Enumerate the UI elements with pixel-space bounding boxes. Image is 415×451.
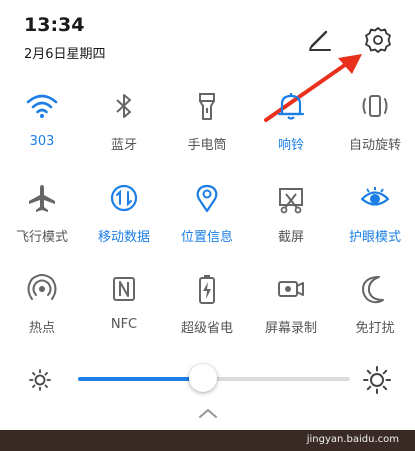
- tile-ring[interactable]: 响铃: [249, 86, 333, 153]
- tile-label: 免打扰: [355, 321, 395, 336]
- bell-icon: [277, 93, 305, 120]
- tile-label: NFC: [110, 317, 138, 332]
- tile-auto-rotate[interactable]: 自动旋转: [333, 86, 415, 153]
- date-label: 2月6日星期四: [24, 47, 106, 62]
- tile-label: 响铃: [277, 138, 304, 153]
- nfc-icon: [113, 277, 135, 301]
- tile-label: 屏幕录制: [264, 321, 317, 336]
- tile-label: 303: [29, 134, 55, 149]
- tile-label: 截屏: [277, 230, 304, 245]
- watermark-text: jingyan.baidu.com: [306, 434, 399, 445]
- battery-icon: [199, 275, 215, 304]
- bluetooth-icon: [116, 94, 131, 118]
- flashlight-icon: [199, 93, 215, 120]
- rotate-icon: [362, 95, 388, 117]
- tile-label: 蓝牙: [110, 138, 137, 153]
- tile-bluetooth[interactable]: 蓝牙: [82, 86, 166, 153]
- tile-label: 位置信息: [180, 230, 233, 245]
- brightness-high-icon: [363, 366, 391, 394]
- tile-do-not-disturb[interactable]: 免打扰: [333, 269, 415, 336]
- wifi-icon: [26, 94, 58, 118]
- hotspot-icon: [27, 274, 57, 300]
- screen-record-icon: [278, 281, 304, 297]
- tile-mobile-data[interactable]: 移动数据: [82, 178, 166, 245]
- tile-label: 超级省电: [180, 321, 233, 336]
- airplane-icon: [29, 185, 55, 212]
- tile-location[interactable]: 位置信息: [165, 178, 249, 245]
- moon-icon: [362, 276, 384, 304]
- mobile-data-icon: [110, 184, 138, 212]
- brightness-slider[interactable]: [78, 364, 350, 392]
- gear-icon[interactable]: [363, 25, 393, 55]
- tile-nfc[interactable]: NFC: [82, 269, 166, 332]
- brightness-low-icon: [29, 369, 51, 391]
- tile-label: 自动旋转: [348, 138, 401, 153]
- eye-icon: [360, 187, 390, 206]
- brightness-slider-thumb[interactable]: [189, 364, 218, 392]
- chevron-up-icon[interactable]: [197, 406, 219, 420]
- tile-label: 飞行模式: [15, 230, 68, 245]
- tile-hotspot[interactable]: 热点: [0, 269, 84, 336]
- time-label: 13:34: [24, 14, 85, 36]
- tile-screen-record[interactable]: 屏幕录制: [249, 269, 333, 336]
- tile-super-power-saving[interactable]: 超级省电: [165, 269, 249, 336]
- tile-screenshot[interactable]: 截屏: [249, 178, 333, 245]
- tile-flashlight[interactable]: 手电筒: [165, 86, 249, 153]
- tile-label: 热点: [28, 321, 55, 336]
- tile-label: 手电筒: [187, 138, 227, 153]
- tile-wifi[interactable]: 303: [0, 86, 84, 149]
- tile-eye-protection[interactable]: 护眼模式: [333, 178, 415, 245]
- brightness-slider-fill: [78, 377, 204, 381]
- tile-label: 护眼模式: [348, 230, 401, 245]
- wallpaper-strip: jingyan.baidu.com: [0, 430, 415, 451]
- location-icon: [196, 184, 218, 213]
- screenshot-icon: [279, 188, 303, 214]
- tile-label: 移动数据: [97, 230, 150, 245]
- tile-airplane[interactable]: 飞行模式: [0, 178, 84, 245]
- edit-icon[interactable]: [306, 26, 334, 54]
